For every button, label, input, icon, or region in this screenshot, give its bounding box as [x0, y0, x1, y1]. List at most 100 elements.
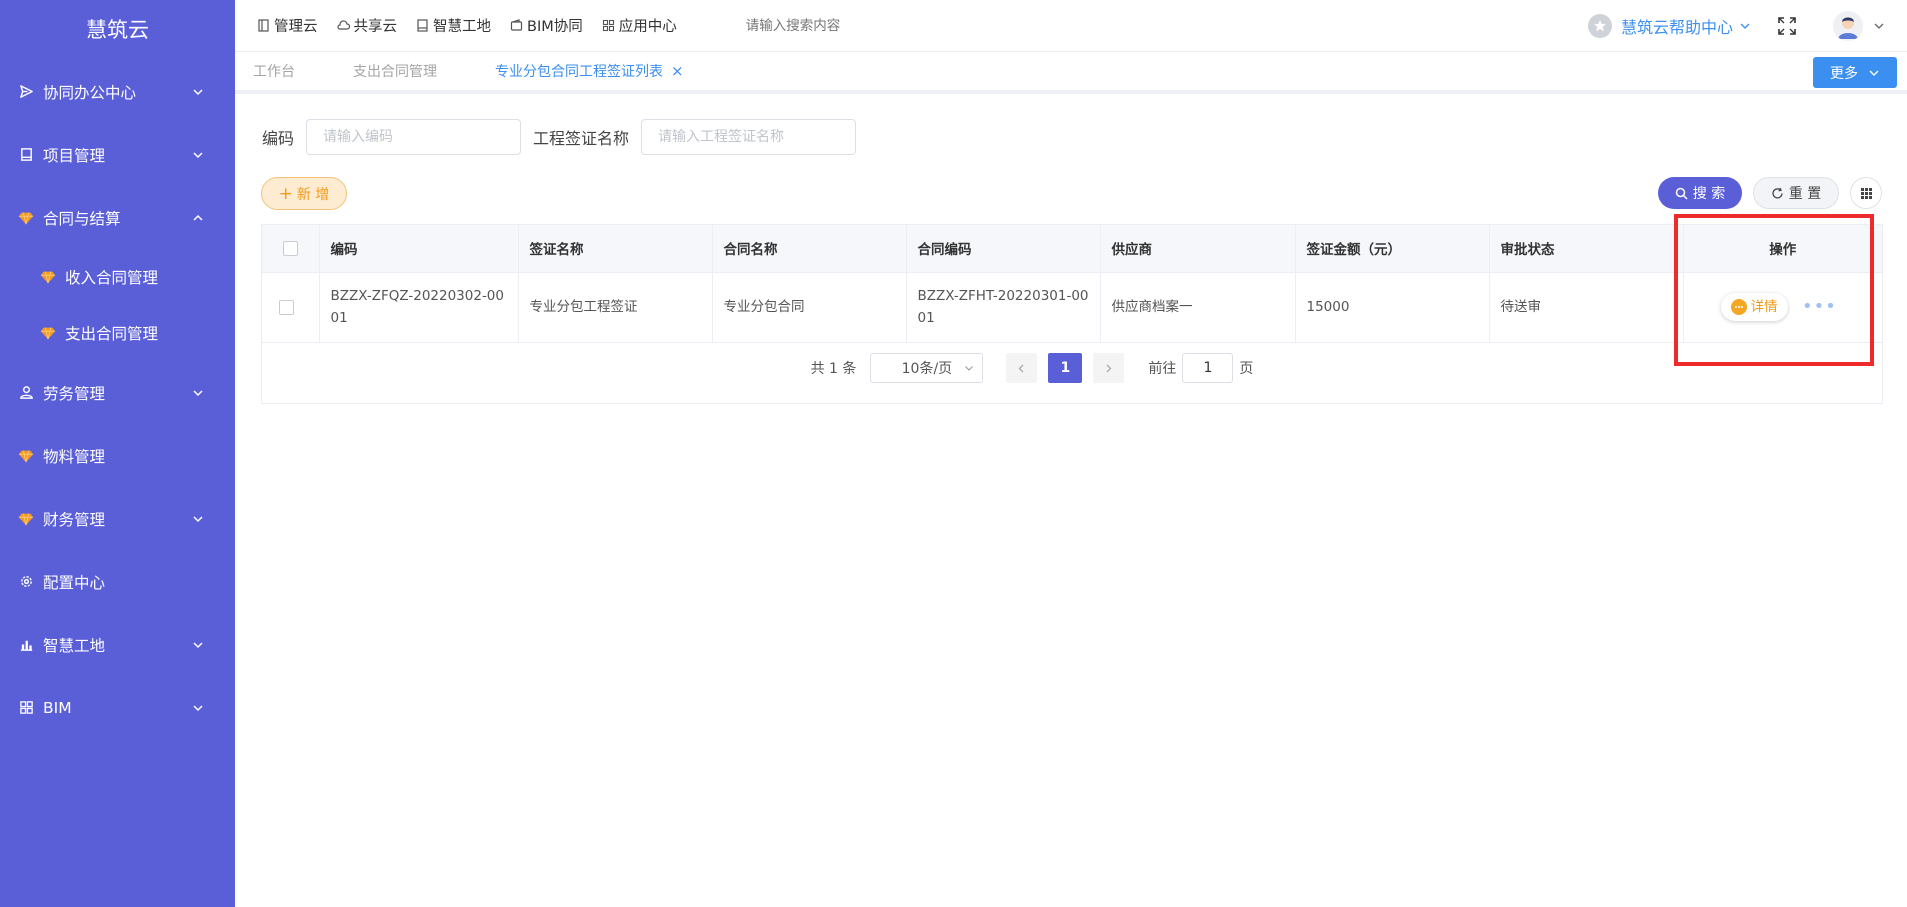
gem-icon: [40, 325, 56, 341]
sidebar-item-label: 收入合同管理: [65, 269, 159, 287]
topnav-bim-collab[interactable]: BIM协同: [510, 15, 583, 36]
row-checkbox[interactable]: [278, 299, 294, 315]
search-button-label: 搜 索: [1692, 186, 1726, 202]
topnav-app-center[interactable]: 应用中心: [602, 15, 677, 36]
filter-bar: 编码 工程签证名称: [262, 119, 868, 155]
sidebar: 慧筑云 协同办公中心 项目管理 合同与结算 收入合同管理 支出合同管理 劳务管理: [0, 0, 235, 907]
cell-code: BZZX-ZFQZ-20220302-0001: [319, 272, 519, 343]
tab-expense-contract[interactable]: 支出合同管理: [353, 61, 437, 81]
doc-icon: [258, 19, 269, 32]
data-table: 编码 签证名称 合同名称 合同编码 供应商 签证金额（元） 审批状态 操作 BZ…: [261, 224, 1883, 404]
sidebar-item-collab-office[interactable]: 协同办公中心: [0, 60, 235, 123]
more-button[interactable]: 更多: [1813, 57, 1897, 88]
pagination: 共 1 条 10条/页 1 前往 页: [262, 343, 1882, 393]
next-page-button[interactable]: [1093, 353, 1125, 383]
sidebar-item-label: BIM: [43, 698, 72, 717]
global-search-input[interactable]: [745, 17, 926, 34]
gem-icon: [18, 210, 34, 226]
topnav-label: 管理云: [274, 19, 318, 35]
column-header: 合同名称: [712, 225, 907, 273]
cell-visa-name: 专业分包工程签证: [518, 272, 713, 343]
sidebar-item-label: 配置中心: [43, 573, 106, 592]
goto-prefix: 前往: [1148, 361, 1177, 377]
row-checkbox-cell: [262, 272, 320, 343]
sidebar-item-expense-contract[interactable]: 支出合同管理: [0, 305, 235, 361]
gem-icon: [40, 269, 56, 285]
prev-page-button[interactable]: [1006, 353, 1038, 383]
help-badge-icon: [1587, 13, 1612, 38]
table-row: BZZX-ZFQZ-20220302-0001 专业分包工程签证 专业分包合同 …: [262, 272, 1882, 343]
chevron-down-icon: [191, 638, 205, 652]
page-size-value: 10条/页: [901, 361, 953, 377]
sidebar-item-material[interactable]: 物料管理: [0, 424, 235, 487]
sidebar-item-label: 支出合同管理: [65, 325, 159, 343]
sidebar-item-label: 智慧工地: [43, 636, 106, 655]
goto-suffix: 页: [1239, 361, 1254, 377]
column-header: 编码: [319, 225, 519, 273]
gear-icon: [18, 574, 34, 590]
visa-name-input[interactable]: [641, 119, 857, 155]
sidebar-nav: 协同办公中心 项目管理 合同与结算 收入合同管理 支出合同管理 劳务管理 物料管…: [0, 60, 235, 739]
cell-operations: 详情 •••: [1683, 272, 1882, 343]
chevron-down-icon: [965, 366, 974, 371]
book-icon: [18, 147, 34, 163]
gem-icon: [18, 448, 34, 464]
refresh-icon: [1772, 187, 1783, 198]
add-button[interactable]: + 新 增: [261, 177, 347, 210]
topnav-management-cloud[interactable]: 管理云: [257, 15, 318, 36]
close-icon[interactable]: ×: [671, 62, 684, 80]
tabs-bar: 工作台 支出合同管理 专业分包合同工程签证列表 × 更多: [235, 52, 1907, 94]
sidebar-item-labor[interactable]: 劳务管理: [0, 361, 235, 424]
sidebar-item-project[interactable]: 项目管理: [0, 123, 235, 186]
sidebar-item-label: 劳务管理: [43, 384, 106, 403]
sidebar-item-smart-site[interactable]: 智慧工地: [0, 613, 235, 676]
more-button-label: 更多: [1830, 65, 1858, 82]
search-button[interactable]: 搜 索: [1658, 177, 1742, 209]
reset-button[interactable]: 重 置: [1753, 177, 1839, 209]
doc-icon: [417, 19, 428, 32]
cell-contract-code: BZZX-ZFHT-20220301-0001: [906, 272, 1101, 343]
sidebar-item-income-contract[interactable]: 收入合同管理: [0, 249, 235, 305]
detail-button-label: 详情: [1750, 299, 1778, 315]
goto-page: 前往 页: [1148, 353, 1253, 383]
column-header: 审批状态: [1489, 225, 1684, 273]
tab-visa-list[interactable]: 专业分包合同工程签证列表: [495, 61, 663, 81]
chevron-down-icon: [1869, 70, 1879, 76]
top-nav: 管理云 共享云 智慧工地 BIM协同 应用中心: [235, 15, 696, 36]
topnav-shared-cloud[interactable]: 共享云: [336, 15, 397, 36]
gem-icon: [18, 511, 34, 527]
tab-workbench[interactable]: 工作台: [253, 61, 295, 81]
column-settings-button[interactable]: [1850, 177, 1882, 209]
avatar[interactable]: [1833, 10, 1863, 41]
sidebar-item-contract-settlement[interactable]: 合同与结算: [0, 186, 235, 249]
sidebar-item-label: 协同办公中心: [43, 83, 137, 102]
fullscreen-icon[interactable]: [1777, 16, 1797, 36]
sidebar-item-finance[interactable]: 财务管理: [0, 487, 235, 550]
help-center-link[interactable]: 慧筑云帮助中心: [1587, 13, 1751, 38]
plus-icon: +: [278, 183, 293, 204]
top-right-tools: 慧筑云帮助中心: [1587, 10, 1907, 41]
topnav-label: BIM协同: [527, 19, 583, 35]
topnav-smart-site[interactable]: 智慧工地: [416, 15, 491, 36]
more-actions-icon[interactable]: •••: [1802, 296, 1837, 318]
page-number-current[interactable]: 1: [1048, 353, 1083, 383]
avatar-icon: [1838, 16, 1858, 39]
column-header: 操作: [1683, 225, 1882, 273]
column-header: 供应商: [1100, 225, 1296, 273]
add-button-label: 新 增: [296, 186, 330, 203]
user-icon: [18, 385, 34, 401]
page-size-select[interactable]: 10条/页: [870, 353, 984, 383]
sidebar-item-config[interactable]: 配置中心: [0, 550, 235, 613]
detail-button[interactable]: 详情: [1720, 293, 1788, 321]
bar-chart-icon: [18, 637, 34, 653]
cloud-icon: [336, 20, 350, 30]
sidebar-item-label: 物料管理: [43, 447, 106, 466]
select-all-checkbox[interactable]: [282, 240, 298, 256]
chevron-down-icon[interactable]: [1873, 20, 1885, 32]
sidebar-item-bim[interactable]: BIM: [0, 676, 235, 739]
code-input[interactable]: [306, 119, 522, 155]
chevron-down-icon: [191, 512, 205, 526]
chevron-down-icon: [191, 148, 205, 162]
help-center-label: 慧筑云帮助中心: [1620, 17, 1733, 37]
goto-page-input[interactable]: [1182, 353, 1234, 383]
